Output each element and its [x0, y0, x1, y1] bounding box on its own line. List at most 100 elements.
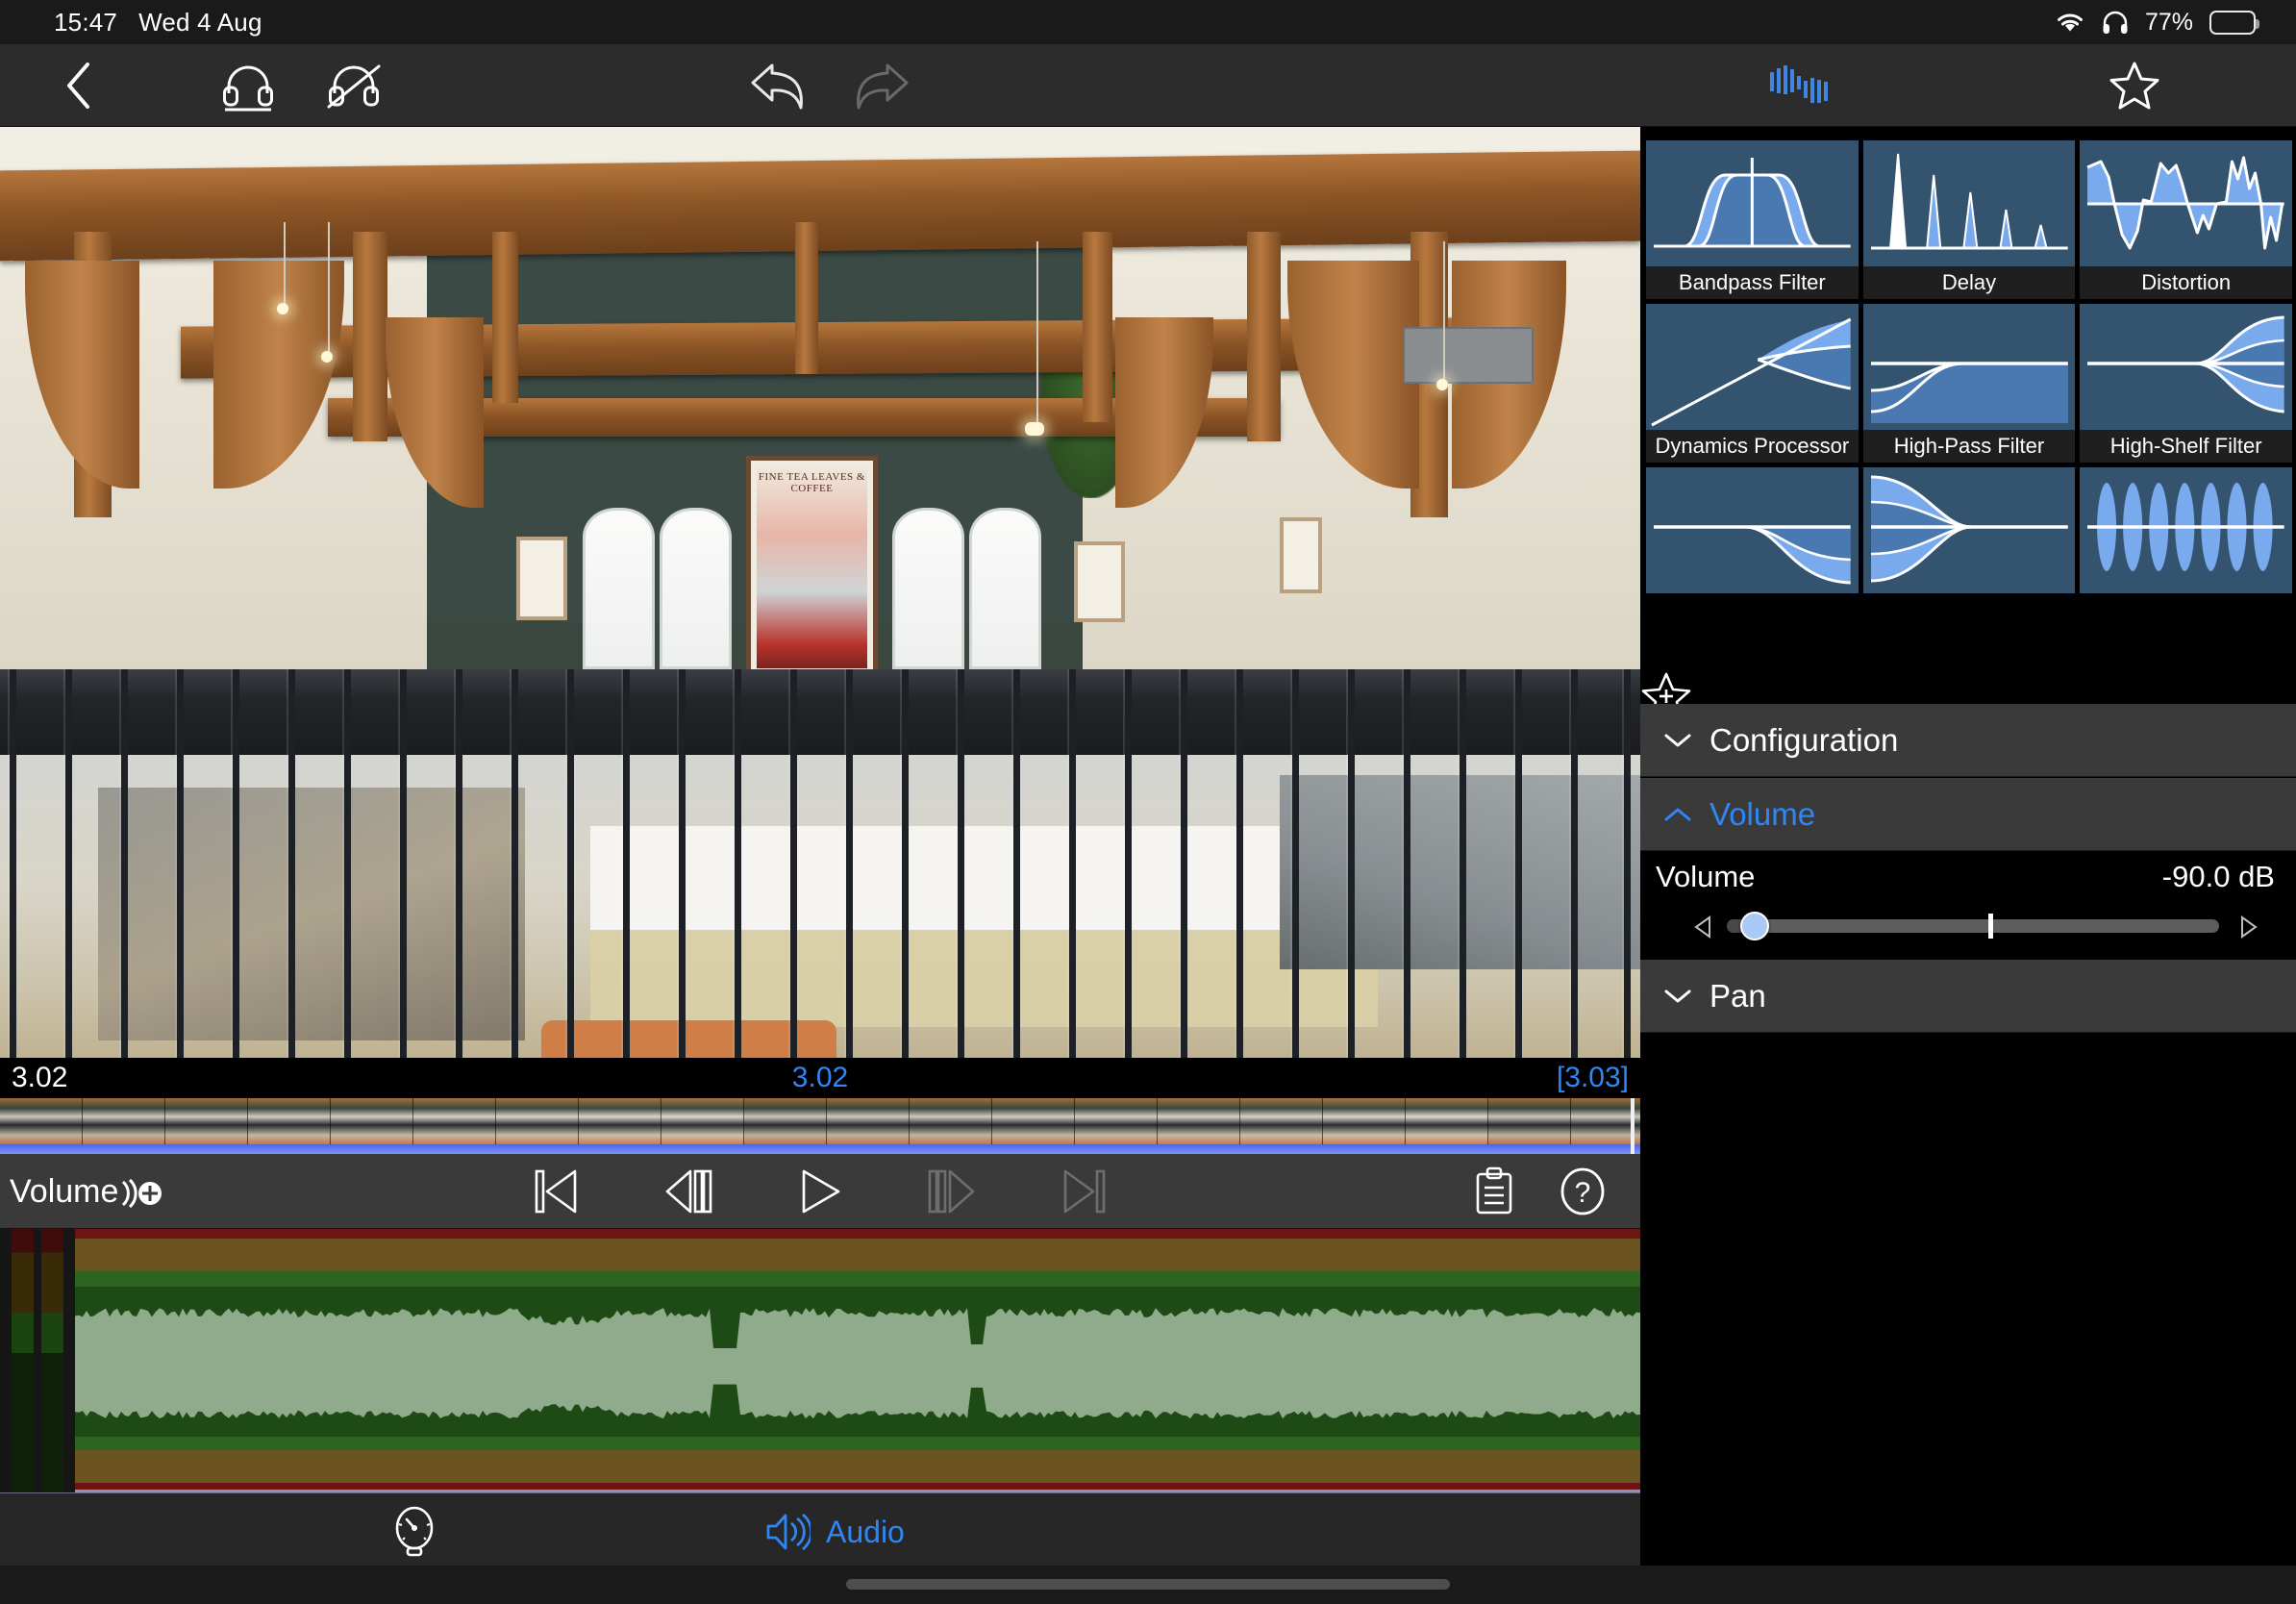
- volume-slider[interactable]: [1640, 902, 2296, 946]
- volume-param-label: Volume: [1656, 860, 1756, 893]
- dynamics-processor-icon: [1646, 304, 1859, 430]
- section-title: Pan: [1710, 977, 1766, 1014]
- level-meters: [0, 1229, 75, 1492]
- filmstrip-cursor[interactable]: [1631, 1098, 1635, 1154]
- effect-tile-high-pass-filter[interactable]: High-Pass Filter: [1862, 304, 2076, 463]
- high-pass-filter-icon: [1862, 304, 2076, 430]
- volume-control-panel: Volume -90.0 dB: [1640, 852, 2296, 960]
- tab-audio[interactable]: Audio: [764, 1511, 905, 1553]
- svg-text:?: ?: [1575, 1177, 1591, 1209]
- effect-label: Distortion: [2080, 266, 2292, 299]
- play-button[interactable]: [798, 1167, 842, 1216]
- headphones-monitor-icon: [223, 65, 273, 112]
- step-forward-button[interactable]: [927, 1167, 977, 1216]
- timecode-duration: [3.03]: [1556, 1062, 1629, 1093]
- bottom-tab-bar: Audio: [0, 1492, 1640, 1566]
- bandpass-filter-icon: [1646, 140, 1859, 266]
- chevron-left-icon: [67, 63, 89, 109]
- effect-tile-low-shelf-filter[interactable]: [1646, 467, 1859, 593]
- video-frame-image: FINE TEA LEAVES & COFFEE: [0, 127, 1640, 1079]
- audio-waveform-icon: [1770, 65, 1828, 103]
- clipboard-list-icon[interactable]: [1473, 1166, 1515, 1216]
- status-date: Wed 4 Aug: [138, 7, 262, 37]
- section-title: Volume: [1710, 795, 1816, 832]
- transport-bar: Volume ?: [0, 1154, 1640, 1229]
- level-meter-right: [41, 1229, 63, 1492]
- monitor-mute-button[interactable]: [306, 44, 402, 127]
- effect-tile-high-shelf-filter[interactable]: High-Shelf Filter: [2080, 304, 2292, 463]
- star-outline-icon: [2109, 62, 2159, 110]
- effect-label: Bandpass Filter: [1646, 266, 1859, 299]
- app-root: 15:47 Wed 4 Aug 77% FINE TEA LEAVES & CO…: [0, 0, 2296, 1604]
- effects-button[interactable]: [1754, 44, 1846, 127]
- filmstrip-playhead-line: [0, 1144, 1640, 1154]
- status-bar: 15:47 Wed 4 Aug 77%: [0, 0, 2296, 44]
- monitor-headphones-button[interactable]: [200, 44, 296, 127]
- volume-slider-center-mark: [1988, 914, 1993, 939]
- filmstrip-scrubber[interactable]: [0, 1098, 1640, 1154]
- effect-label: High-Pass Filter: [1862, 430, 2076, 463]
- speedometer-icon[interactable]: [390, 1505, 438, 1557]
- effect-tile-tremolo[interactable]: [2080, 467, 2292, 593]
- effect-tile-delay[interactable]: Delay: [1862, 140, 2076, 299]
- chevron-down-icon: [1661, 732, 1694, 749]
- undo-arrow-icon: [751, 63, 803, 110]
- status-time: 15:47: [54, 7, 118, 37]
- volume-slider-track[interactable]: [1727, 919, 2219, 933]
- timecode-bar: 3.02 3.02 [3.03]: [0, 1058, 1640, 1098]
- triangle-left-icon[interactable]: [1694, 915, 1713, 939]
- effect-tile-low-pass-filter[interactable]: [1862, 467, 2076, 593]
- battery-percent-label: 77%: [2144, 8, 2193, 36]
- redo-arrow-icon: [857, 63, 909, 110]
- help-question-icon[interactable]: ?: [1560, 1166, 1606, 1216]
- audio-waveform[interactable]: [75, 1229, 1640, 1492]
- top-toolbar: [0, 44, 2296, 127]
- step-backward-button[interactable]: [663, 1167, 713, 1216]
- chevron-down-icon: [1661, 988, 1694, 1005]
- add-automation-point-icon[interactable]: [117, 1177, 167, 1210]
- high-shelf-filter-icon: [2080, 304, 2292, 430]
- favorite-button[interactable]: [2088, 44, 2181, 127]
- audio-track-area[interactable]: [0, 1229, 1640, 1492]
- section-title: Configuration: [1710, 721, 1899, 758]
- transport-right-tools: ?: [1473, 1154, 1606, 1229]
- effect-tile-bandpass-filter[interactable]: Bandpass Filter: [1646, 140, 1859, 299]
- waveform-body: [75, 1287, 1640, 1437]
- redo-button[interactable]: [823, 44, 929, 127]
- skip-to-end-button[interactable]: [1061, 1167, 1108, 1216]
- chevron-up-icon: [1661, 806, 1694, 823]
- skip-to-start-button[interactable]: [533, 1167, 579, 1216]
- volume-param-value: -90.0 dB: [2161, 860, 2275, 893]
- effects-grid: Bandpass Filter Delay Distortion Dynamic…: [1646, 140, 2292, 593]
- tab-audio-label: Audio: [826, 1514, 905, 1549]
- status-bar-right: 77%: [2055, 8, 2259, 37]
- level-meter-left: [12, 1229, 34, 1492]
- low-pass-filter-icon: [1862, 467, 2076, 593]
- effect-label: Delay: [1862, 266, 2076, 299]
- effect-tile-distortion[interactable]: Distortion: [2080, 140, 2292, 299]
- distortion-icon: [2080, 140, 2292, 266]
- timecode-playhead: 3.02: [791, 1062, 849, 1093]
- headphones-muted-icon: [327, 64, 381, 109]
- video-preview[interactable]: FINE TEA LEAVES & COFFEE: [0, 127, 1640, 1079]
- home-indicator[interactable]: [846, 1579, 1450, 1590]
- tremolo-icon: [2080, 467, 2292, 593]
- volume-slider-knob[interactable]: [1740, 912, 1769, 940]
- effect-label: High-Shelf Filter: [2080, 430, 2292, 463]
- effect-label: Dynamics Processor: [1646, 430, 1859, 463]
- delay-icon: [1862, 140, 2076, 266]
- low-shelf-filter-icon: [1646, 467, 1859, 593]
- back-button[interactable]: [40, 44, 117, 127]
- status-bar-left: 15:47 Wed 4 Aug: [54, 8, 262, 38]
- effect-tile-dynamics-processor[interactable]: Dynamics Processor: [1646, 304, 1859, 463]
- headphones-icon: [2102, 10, 2129, 35]
- section-pan[interactable]: Pan: [1640, 960, 2296, 1033]
- triangle-right-icon[interactable]: [2238, 915, 2258, 939]
- section-configuration[interactable]: Configuration: [1640, 704, 2296, 777]
- battery-icon: [2209, 10, 2259, 35]
- section-volume[interactable]: Volume: [1640, 778, 2296, 851]
- inspector-panel: Bandpass Filter Delay Distortion Dynamic…: [1640, 127, 2296, 1566]
- transport-buttons: [533, 1154, 1108, 1229]
- undo-button[interactable]: [731, 44, 836, 127]
- home-indicator-area: [0, 1566, 2296, 1604]
